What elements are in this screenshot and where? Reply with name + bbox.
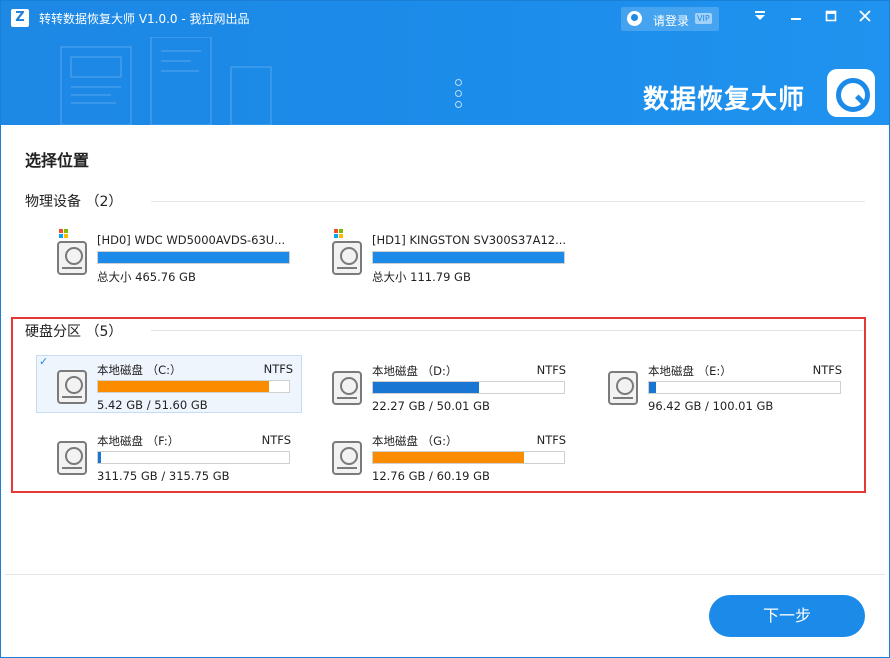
app-window: Z 转转数据恢复大师 V1.0.0 - 我拉网出品 请登录 VIP 数据恢复大师… [0,0,890,658]
usage-bar [648,381,841,394]
partition-item-f[interactable]: 本地磁盘 （F:） NTFS 311.75 GB / 315.75 GB [37,427,299,485]
login-button[interactable]: 请登录 VIP [621,7,719,31]
brand-text: 数据恢复大师 [643,85,806,115]
hard-drive-icon [608,371,638,405]
capacity-bar [97,251,290,264]
device-name: [HD1] KINGSTON SV300S37A12... [372,233,567,247]
partition-usage: 96.42 GB / 100.01 GB [648,399,774,413]
next-button[interactable]: 下一步 [709,595,865,637]
partition-item-d[interactable]: 本地磁盘 （D:） NTFS 22.27 GB / 50.01 GB [312,357,574,415]
menu-dropdown-icon[interactable] [747,7,773,31]
hard-drive-icon [57,241,87,275]
usage-bar-fill [98,381,269,392]
physical-devices-label: 物理设备 （2） [25,194,123,210]
usage-bar [97,451,290,464]
device-name: [HD0] WDC WD5000AVDS-63U... [97,233,286,247]
usage-bar-fill [98,452,101,463]
filesystem-label: NTFS [536,433,566,447]
usage-bar-fill [373,452,524,463]
usage-bar [372,381,565,394]
partition-item-c[interactable]: ✓ 本地磁盘 （C:） NTFS 5.42 GB / 51.60 GB [36,355,302,413]
window-title: 转转数据恢复大师 V1.0.0 - 我拉网出品 [39,12,250,26]
usage-bar [372,451,565,464]
header-dots-decoration [455,79,462,112]
login-label: 请登录 [653,14,690,28]
device-size: 总大小 111.79 GB [372,270,471,284]
filesystem-label: NTFS [536,363,566,377]
capacity-bar-fill [373,252,564,263]
filesystem-label: NTFS [263,362,293,376]
footer-divider [5,574,885,575]
title-bar: Z 转转数据恢复大师 V1.0.0 - 我拉网出品 请登录 VIP 数据恢复大师 [1,1,889,125]
partition-usage: 22.27 GB / 50.01 GB [372,399,490,413]
vip-badge: VIP [695,13,712,24]
capacity-bar-fill [98,252,289,263]
hard-drive-icon [332,241,362,275]
partition-name: 本地磁盘 （E:） [648,364,732,378]
header-decoration [60,37,272,125]
maximize-icon[interactable] [818,7,844,31]
hard-drive-icon [57,370,87,404]
minimize-icon[interactable] [783,7,809,31]
hard-drive-icon [332,441,362,475]
partition-name: 本地磁盘 （D:） [372,364,458,378]
partition-name: 本地磁盘 （G:） [372,434,458,448]
device-size: 总大小 465.76 GB [97,270,196,284]
windows-logo-icon [334,229,344,239]
usage-bar-fill [373,382,479,393]
physical-device-item[interactable]: [HD0] WDC WD5000AVDS-63U... 总大小 465.76 G… [37,227,299,285]
filesystem-label: NTFS [261,433,291,447]
capacity-bar [372,251,565,264]
usage-bar-fill [649,382,656,393]
partition-name: 本地磁盘 （C:） [97,363,182,377]
hard-drive-icon [57,441,87,475]
divider [151,201,865,202]
partition-item-g[interactable]: 本地磁盘 （G:） NTFS 12.76 GB / 60.19 GB [312,427,574,485]
partition-usage: 12.76 GB / 60.19 GB [372,469,490,483]
partition-usage: 311.75 GB / 315.75 GB [97,469,230,483]
physical-device-item[interactable]: [HD1] KINGSTON SV300S37A12... 总大小 111.79… [312,227,574,285]
user-avatar-icon [627,11,642,26]
partition-name: 本地磁盘 （F:） [97,434,180,448]
windows-logo-icon [59,229,69,239]
filesystem-label: NTFS [812,363,842,377]
checkmark-icon: ✓ [39,355,49,368]
app-logo-icon: Z [11,9,29,27]
usage-bar [97,380,290,393]
partition-usage: 5.42 GB / 51.60 GB [97,398,208,412]
close-icon[interactable] [852,7,878,31]
hard-drive-icon [332,371,362,405]
brand-search-icon [827,69,875,117]
page-title: 选择位置 [25,151,90,170]
partition-item-e[interactable]: 本地磁盘 （E:） NTFS 96.42 GB / 100.01 GB [588,357,850,415]
